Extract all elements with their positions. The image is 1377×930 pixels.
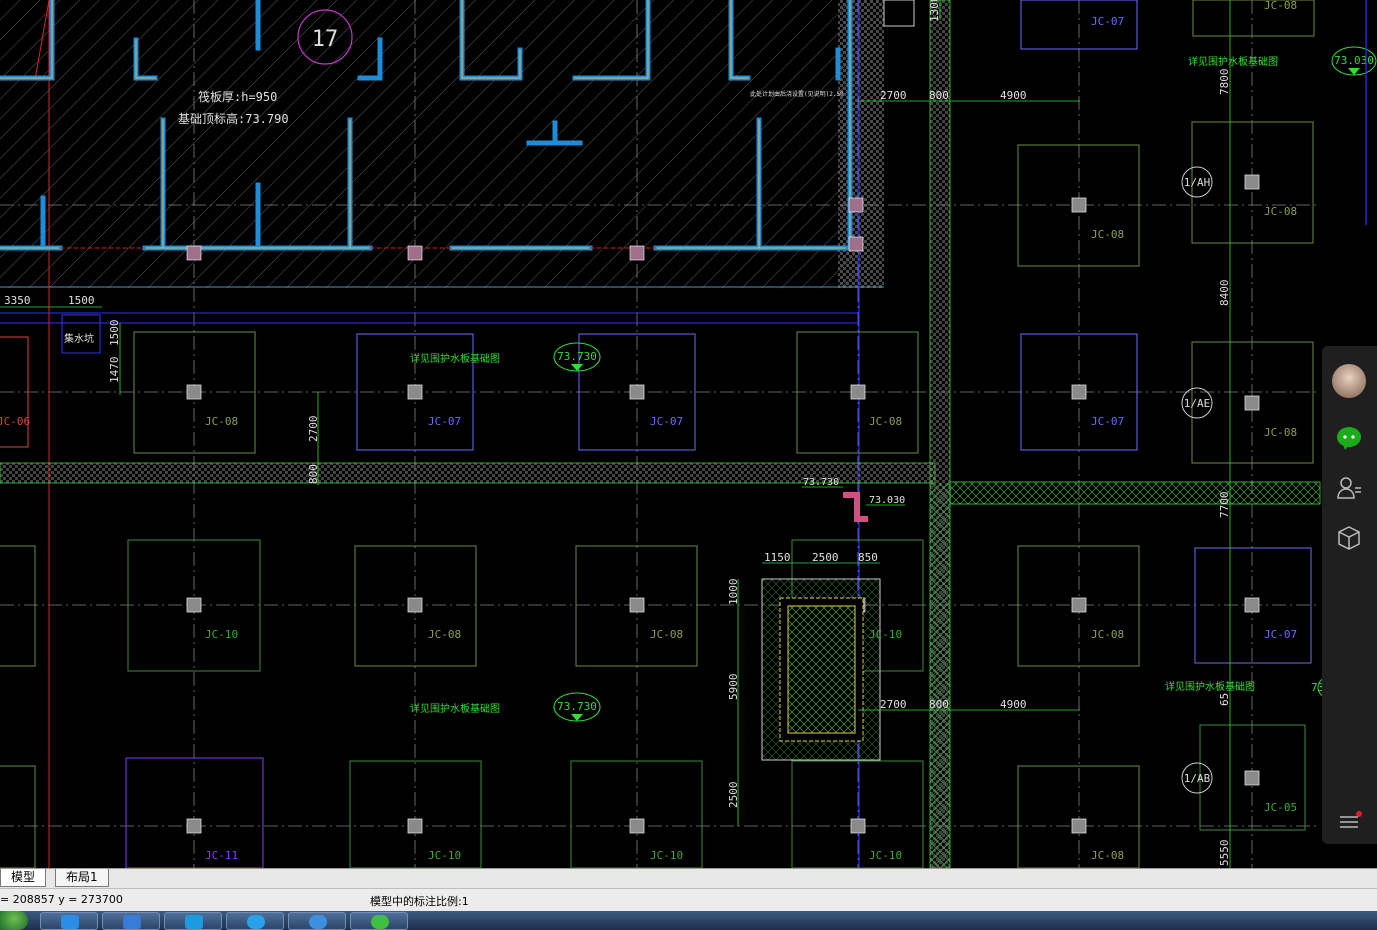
drawing-canvas[interactable]: 17 筏板厚:h=950 基础顶标高:73.790 此处计划由后浇设置(见说明)… (0, 0, 1377, 868)
coordinate-readout: = 208857 y = 273700 (0, 893, 123, 906)
cad-label: JC-10 (869, 628, 902, 641)
wechat-app-button[interactable] (350, 912, 408, 930)
cad-label: 1470 (108, 357, 121, 384)
cad-label: JC-10 (869, 849, 902, 862)
small-note: 此处计划由后浇设置(见说明)2.50 (750, 90, 844, 98)
cad-label: JC-07 (1264, 628, 1297, 641)
cad-label: 4900 (1000, 698, 1027, 711)
cad-label: 1300 (928, 0, 941, 22)
cad-label: 详见围护水板基础图 (1165, 680, 1255, 693)
cad-label: JC-07 (428, 415, 461, 428)
cad-label: JC-10 (428, 849, 461, 862)
cad-label: JC-10 (205, 628, 238, 641)
cad-label: 2700 (880, 698, 907, 711)
cad-label: JC-08 (1264, 426, 1297, 439)
cad-label: 7700 (1218, 492, 1231, 519)
cad-label: 800 (929, 698, 949, 711)
cad-label: 1150 (764, 551, 791, 564)
cad-label: JC-06 (0, 415, 30, 428)
cad-label: JC-08 (205, 415, 238, 428)
cad-label: 2500 (727, 782, 740, 809)
cad-label: JC-07 (650, 415, 683, 428)
cad-label: JC-08 (869, 415, 902, 428)
cad-label: 2700 (880, 89, 907, 102)
tab-layout1[interactable]: 布局1 (55, 869, 109, 887)
avatar-icon[interactable] (1332, 364, 1366, 398)
cad-label: 850 (858, 551, 878, 564)
cad-label: 7800 (1218, 69, 1231, 96)
cad-label: JC-07 (1091, 15, 1124, 28)
wechat-side-panel (1322, 346, 1377, 844)
cad-label: 5900 (727, 674, 740, 701)
cad-label: JC-08 (1091, 228, 1124, 241)
cad-label: 3350 (4, 294, 31, 307)
cad-label: 1/AB (1184, 772, 1211, 785)
cad-label: 详见围护水板基础图 (1188, 55, 1278, 68)
cad-label: 800 (307, 464, 320, 484)
shell-app-button[interactable] (226, 912, 284, 930)
cad-label: 73.730 (557, 350, 597, 363)
contact-icon[interactable] (1335, 474, 1363, 502)
cad-label: JC-11 (205, 849, 238, 862)
windows-taskbar (0, 911, 1377, 930)
sump-label: 集水坑 (64, 332, 94, 345)
qq-browser-icon (123, 915, 141, 929)
cad-label: 1000 (727, 579, 740, 606)
cad-label: JC-08 (428, 628, 461, 641)
cad-label: 2500 (812, 551, 839, 564)
cad-label: 1500 (108, 320, 121, 347)
cad-drawing: 17 筏板厚:h=950 基础顶标高:73.790 此处计划由后浇设置(见说明)… (0, 0, 1377, 868)
tab-model[interactable]: 模型 (0, 869, 47, 887)
cad-label: 1500 (68, 294, 95, 307)
menu-icon[interactable] (1335, 808, 1363, 836)
cad-label: 1/AH (1184, 176, 1211, 189)
annotation-scale-message: 模型中的标注比例:1 (370, 895, 469, 908)
cad-label: 4900 (1000, 89, 1027, 102)
cad-label: JC-10 (650, 849, 683, 862)
cad-label: JC-08 (1264, 0, 1297, 12)
layout-tab-bar: 模型 布局1 (0, 868, 1377, 888)
cad-label: JC-08 (1091, 628, 1124, 641)
cad-label: 65 (1218, 693, 1231, 706)
foundation-elev-label: 基础顶标高:73.790 (178, 111, 289, 126)
room-number: 17 (312, 27, 339, 52)
qq-app-icon (61, 915, 79, 929)
cad-label: 73.730 (803, 477, 839, 488)
cad-label: JC-08 (1091, 849, 1124, 862)
cad-label: 详见围护水板基础图 (410, 702, 500, 715)
cad-label: 5550 (1218, 840, 1231, 867)
status-bar: = 208857 y = 273700 模型中的标注比例:1 (0, 888, 1377, 911)
cad-label: JC-05 (1264, 801, 1297, 814)
qq-browser-button[interactable] (102, 912, 160, 930)
cad-label: 详见围护水板基础图 (410, 352, 500, 365)
ie-browser-button[interactable] (288, 912, 346, 930)
qq-app-button[interactable] (40, 912, 98, 930)
cad-label: JC-08 (1264, 205, 1297, 218)
ie-browser-icon (309, 915, 327, 929)
cad-label: 73.730 (557, 700, 597, 713)
shell-app-icon (247, 915, 265, 929)
start-orb-icon[interactable] (0, 911, 28, 930)
wechat-chat-icon[interactable] (1335, 424, 1363, 452)
cad-label: 73.030 (1334, 54, 1374, 67)
cad-label: 1/AE (1184, 397, 1211, 410)
cube-icon[interactable] (1335, 524, 1363, 552)
cad-label: 2700 (307, 416, 320, 443)
cad-label: 800 (929, 89, 949, 102)
raft-hatch (0, 0, 855, 288)
wechat-app-icon (371, 915, 389, 929)
tencent-app-icon (185, 915, 203, 929)
cad-label: JC-08 (650, 628, 683, 641)
cad-label: JC-07 (1091, 415, 1124, 428)
cad-label: 73.030 (869, 495, 905, 506)
cad-label: 8400 (1218, 280, 1231, 307)
raft-thickness-label: 筏板厚:h=950 (198, 90, 277, 104)
tencent-app-button[interactable] (164, 912, 222, 930)
